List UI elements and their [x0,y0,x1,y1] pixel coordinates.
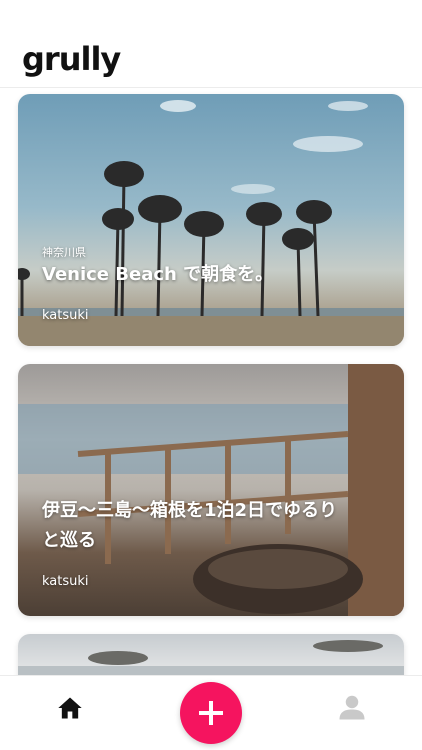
post-title-line2: と巡る [42,530,96,551]
post-author: katsuki [42,308,89,323]
post-title-line1: 伊豆〜三島〜箱根を1泊2日でゆるり [42,500,338,521]
post-title: Venice Beach で朝食を。 [42,264,274,285]
bottom-tab-bar [0,675,422,750]
post-author: katsuki [42,574,89,589]
profile-icon[interactable] [337,692,367,722]
post-prefecture: 神奈川県 [42,246,86,259]
app-logo: grully [22,40,121,78]
add-post-button[interactable] [180,682,242,744]
post-cover-image [18,634,404,675]
post-card[interactable]: 神奈川県 Venice Beach で朝食を。 katsuki [18,94,404,346]
app-header: grully [0,0,422,88]
post-info: 伊豆〜三島〜箱根を1泊2日でゆるり と巡る katsuki [42,496,384,589]
post-feed[interactable]: 神奈川県 Venice Beach で朝食を。 katsuki 伊豆〜三島〜箱根… [0,89,422,675]
home-icon[interactable] [56,694,84,722]
add-icon [199,701,223,725]
post-info: 神奈川県 Venice Beach で朝食を。 katsuki [42,244,384,323]
post-card[interactable] [18,634,404,675]
post-card[interactable]: 伊豆〜三島〜箱根を1泊2日でゆるり と巡る katsuki [18,364,404,616]
